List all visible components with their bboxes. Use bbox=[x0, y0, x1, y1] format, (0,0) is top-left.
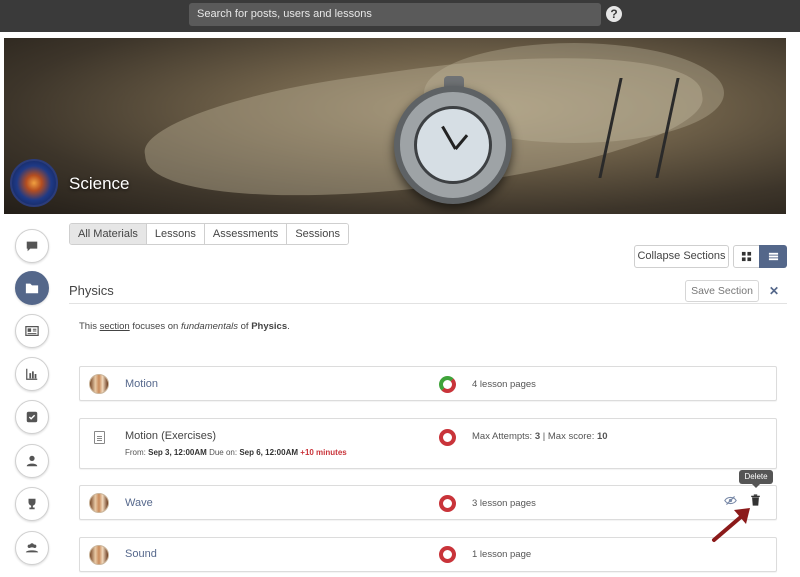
sidebar-item-achievements[interactable] bbox=[15, 487, 49, 521]
sidebar-item-materials[interactable] bbox=[15, 271, 49, 305]
delete-tooltip: Delete bbox=[739, 470, 773, 488]
tab-assessments[interactable]: Assessments bbox=[204, 224, 288, 244]
top-bar: Search for posts, users and lessons ? bbox=[0, 0, 800, 32]
grid-icon bbox=[741, 251, 752, 262]
lesson-thumbnail bbox=[89, 545, 109, 565]
trophy-icon bbox=[28, 498, 36, 510]
assessment-limits: Max Attempts: 3 | Max score: 10 bbox=[472, 431, 608, 442]
material-title[interactable]: Wave bbox=[125, 497, 153, 509]
chat-icon bbox=[26, 241, 38, 252]
tab-lessons[interactable]: Lessons bbox=[146, 224, 205, 244]
sidebar-item-chat[interactable] bbox=[15, 229, 49, 263]
grid-view-button[interactable] bbox=[733, 245, 760, 268]
watch-hand bbox=[454, 134, 469, 150]
collapse-sections-button[interactable]: Collapse Sections bbox=[634, 245, 729, 268]
sidebar-item-members[interactable] bbox=[15, 531, 49, 565]
course-title: Science bbox=[69, 174, 130, 193]
list-view-button[interactable] bbox=[759, 245, 787, 268]
material-row[interactable]: Motion (Exercises) From: Sep 3, 12:00AM … bbox=[79, 418, 777, 469]
progress-status-icon bbox=[439, 376, 456, 393]
material-title[interactable]: Motion bbox=[125, 378, 158, 390]
material-row[interactable]: Wave 3 lesson pages bbox=[79, 485, 777, 520]
search-input[interactable]: Search for posts, users and lessons bbox=[189, 3, 601, 26]
lesson-pages-count: 1 lesson page bbox=[472, 549, 532, 560]
tab-sessions[interactable]: Sessions bbox=[287, 224, 348, 244]
user-icon bbox=[26, 455, 38, 467]
sidebar-item-tasks[interactable] bbox=[15, 400, 49, 434]
course-logo bbox=[10, 159, 58, 207]
pocket-watch-image bbox=[394, 86, 512, 204]
sidebar-item-analytics[interactable] bbox=[15, 357, 49, 391]
folder-icon bbox=[25, 283, 39, 294]
material-row[interactable]: Motion 4 lesson pages bbox=[79, 366, 777, 401]
material-filter-tabs: All Materials Lessons Assessments Sessio… bbox=[69, 223, 349, 245]
lesson-pages-count: 3 lesson pages bbox=[472, 498, 536, 509]
section-title[interactable]: Physics bbox=[69, 283, 114, 298]
progress-status-icon bbox=[439, 546, 456, 563]
document-icon bbox=[94, 431, 105, 444]
checkbox-icon bbox=[26, 411, 38, 423]
material-title[interactable]: Motion (Exercises) bbox=[125, 430, 216, 442]
watch-face bbox=[414, 106, 492, 184]
list-icon bbox=[768, 252, 778, 261]
save-section-button[interactable]: Save Section bbox=[685, 280, 759, 302]
material-row[interactable]: Sound 1 lesson page bbox=[79, 537, 777, 572]
section-description: This section focuses on fundamentals of … bbox=[79, 321, 290, 332]
assessment-dates: From: Sep 3, 12:00AM Due on: Sep 6, 12:0… bbox=[125, 448, 347, 457]
annotation-arrow bbox=[712, 508, 750, 542]
lesson-thumbnail bbox=[89, 493, 109, 513]
tab-all-materials[interactable]: All Materials bbox=[70, 224, 147, 244]
group-icon bbox=[25, 543, 39, 553]
divider bbox=[69, 303, 787, 304]
progress-status-icon bbox=[439, 495, 456, 512]
sidebar-item-news[interactable] bbox=[15, 314, 49, 348]
section-link[interactable]: section bbox=[100, 321, 130, 332]
lesson-pages-count: 4 lesson pages bbox=[472, 379, 536, 390]
sidebar-item-profile[interactable] bbox=[15, 444, 49, 478]
close-section-icon[interactable]: ✕ bbox=[769, 284, 779, 298]
material-title[interactable]: Sound bbox=[125, 548, 157, 560]
course-banner: Science bbox=[4, 38, 786, 214]
bar-chart-icon bbox=[26, 368, 38, 380]
lesson-thumbnail bbox=[89, 374, 109, 394]
progress-status-icon bbox=[439, 429, 456, 446]
newspaper-icon bbox=[25, 326, 39, 336]
help-icon[interactable]: ? bbox=[606, 6, 622, 22]
